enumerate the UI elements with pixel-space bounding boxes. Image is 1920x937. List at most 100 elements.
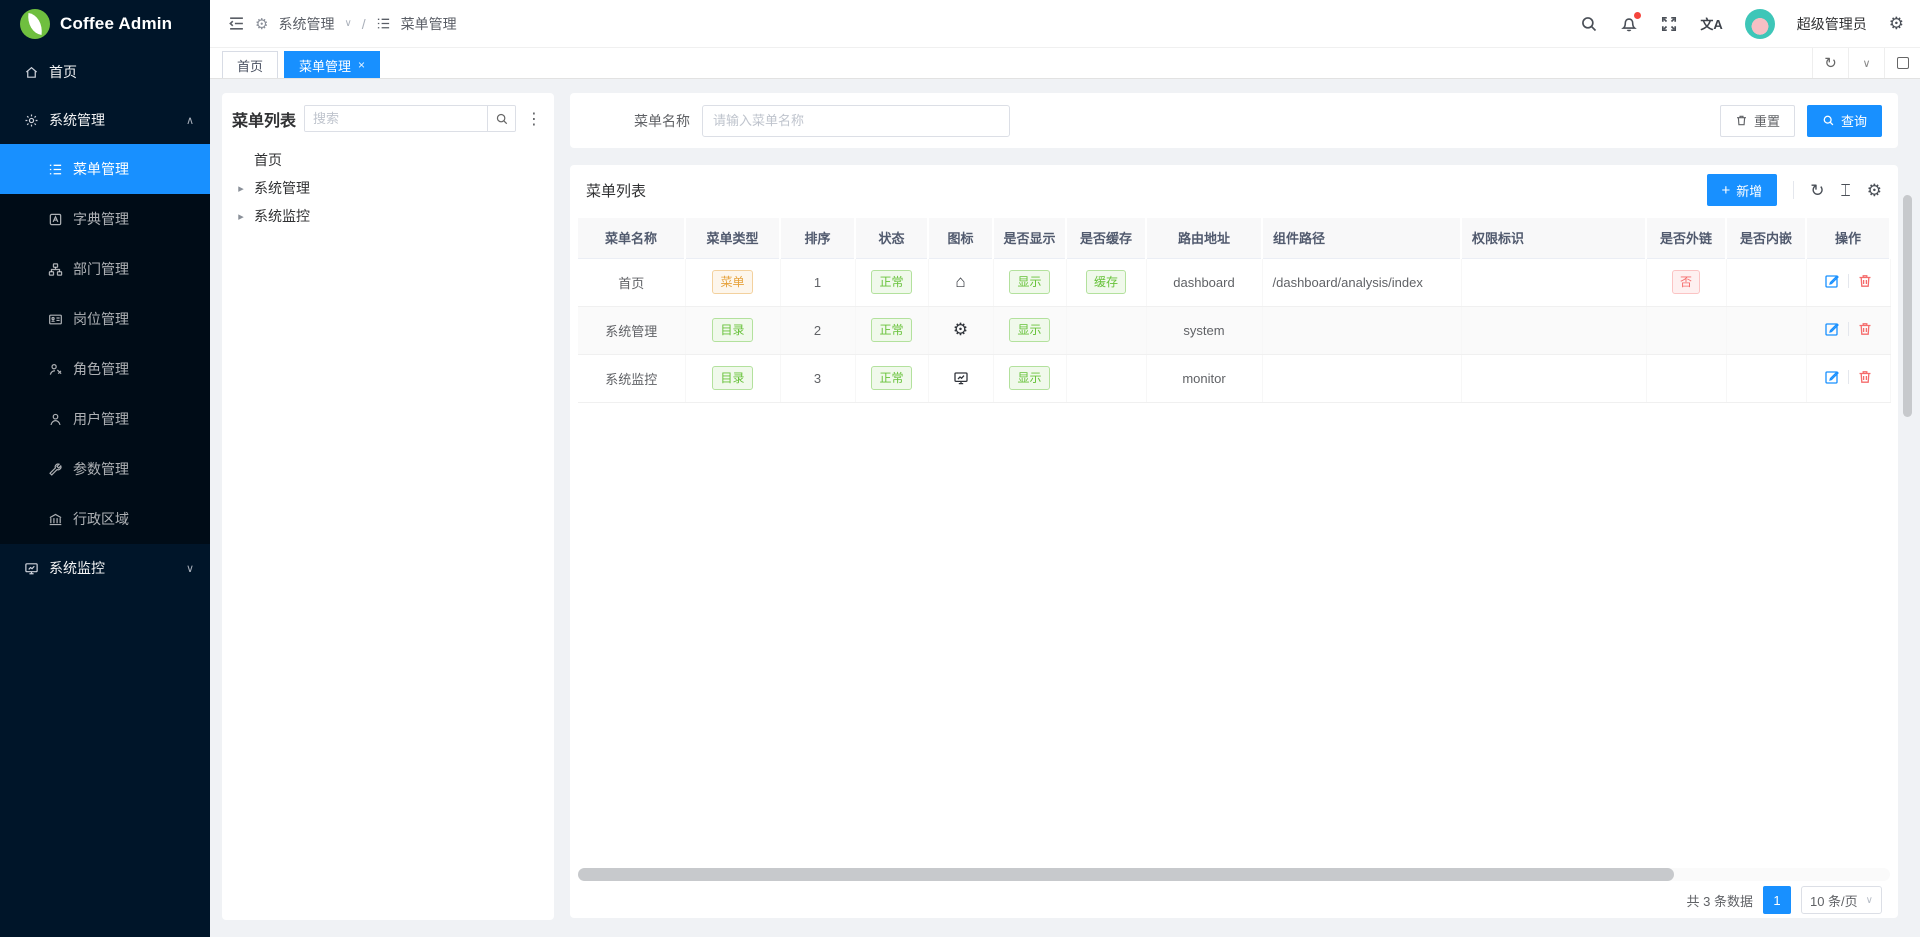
table-row[interactable]: 系统管理 目录 2 正常 ⚙ 显示 system (578, 306, 1890, 354)
delete-icon[interactable] (1857, 369, 1873, 385)
cell-cache (1066, 306, 1146, 354)
tree-search-input[interactable] (305, 106, 487, 131)
col-header: 菜单类型 (685, 218, 780, 258)
refresh-table-icon[interactable]: ↻ (1810, 182, 1824, 199)
sidebar-item-menu-mgmt[interactable]: 菜单管理 (0, 144, 210, 194)
tab-menu-mgmt[interactable]: 菜单管理 × (284, 51, 380, 78)
sidebar-item-user-mgmt[interactable]: 用户管理 (0, 394, 210, 444)
query-button[interactable]: 查询 (1807, 105, 1882, 137)
sidebar-item-label: 参数管理 (73, 459, 129, 479)
fullscreen-icon[interactable] (1660, 15, 1678, 33)
pagination: 共 3 条数据 1 10 条/页 ∨ (570, 886, 1898, 914)
sidebar-item-region-mgmt[interactable]: 行政区域 (0, 494, 210, 544)
caret-icon[interactable]: ▸ (236, 210, 246, 223)
notification-dot (1634, 12, 1641, 19)
sidebar-item-monitor[interactable]: 系统监控 ∨ (0, 544, 210, 592)
sidebar-item-role-mgmt[interactable]: 角色管理 (0, 344, 210, 394)
breadcrumb-parent[interactable]: 系统管理 (278, 14, 334, 34)
vertical-scrollbar-thumb[interactable] (1903, 195, 1912, 417)
tab-options-chevron-icon[interactable]: ∨ (1848, 48, 1884, 78)
gear-icon (24, 113, 39, 128)
sidebar-item-param-mgmt[interactable]: 参数管理 (0, 444, 210, 494)
tree-search-button[interactable] (487, 106, 515, 131)
col-header: 是否外链 (1646, 218, 1726, 258)
avatar[interactable] (1745, 9, 1775, 39)
cell-component (1262, 354, 1461, 402)
tree-panel-title: 菜单列表 (232, 107, 296, 131)
tab-home[interactable]: 首页 (222, 51, 278, 78)
collapse-sidebar-icon[interactable] (228, 15, 245, 32)
cell-route: system (1146, 306, 1262, 354)
tree-more-kebab-icon[interactable]: ⋮ (524, 109, 544, 129)
tree-search (304, 105, 516, 132)
page-size-select[interactable]: 10 条/页 ∨ (1801, 886, 1882, 914)
column-settings-gear-icon[interactable]: ⚙ (1867, 182, 1882, 199)
cell-icon: ⚙ (928, 306, 993, 354)
edit-icon[interactable] (1824, 369, 1840, 385)
sidebar-item-dept-mgmt[interactable]: 部门管理 (0, 244, 210, 294)
settings-gear-icon[interactable]: ⚙ (1889, 14, 1904, 34)
role-key-icon (48, 362, 63, 377)
sidebar: Coffee Admin 首页 系统管理 ∧ 菜单管理 字典管理 部门管理 岗位… (0, 0, 210, 937)
close-icon[interactable]: × (358, 58, 365, 72)
divider (1848, 370, 1849, 384)
type-tag: 目录 (712, 318, 752, 342)
cell-status: 正常 (855, 354, 928, 402)
menu-table: 菜单名称 菜单类型 排序 状态 图标 是否显示 是否缓存 路由地址 组件路径 权… (578, 218, 1891, 403)
cell-status: 正常 (855, 306, 928, 354)
visible-tag: 显示 (1009, 270, 1049, 294)
search-icon (495, 112, 509, 126)
cell-external (1646, 306, 1726, 354)
notification-bell[interactable] (1620, 15, 1638, 33)
refresh-tab-icon[interactable]: ↻ (1812, 48, 1848, 78)
add-button[interactable]: + 新增 (1707, 174, 1778, 206)
divider (1793, 181, 1794, 199)
query-label: 查询 (1841, 111, 1867, 130)
delete-icon[interactable] (1857, 273, 1873, 289)
home-icon: ⌂ (955, 272, 965, 291)
sidebar-item-system[interactable]: 系统管理 ∧ (0, 96, 210, 144)
cell-external (1646, 354, 1726, 402)
tree-node-monitor[interactable]: ▸ 系统监控 (232, 202, 544, 230)
edit-icon[interactable] (1824, 321, 1840, 337)
breadcrumb-gear-icon: ⚙ (255, 15, 268, 33)
horizontal-scrollbar-thumb[interactable] (578, 868, 1674, 881)
edit-icon[interactable] (1824, 273, 1840, 289)
sidebar-item-post-mgmt[interactable]: 岗位管理 (0, 294, 210, 344)
breadcrumb-current: 菜单管理 (401, 14, 457, 34)
user-icon (48, 412, 63, 427)
cell-icon (928, 354, 993, 402)
add-label: 新增 (1736, 181, 1762, 200)
tree-node-label: 首页 (254, 150, 282, 170)
row-density-icon[interactable]: ⌶ (1841, 182, 1851, 199)
cell-visible: 显示 (993, 258, 1066, 306)
tree-node-system[interactable]: ▸ 系统管理 (232, 174, 544, 202)
sidebar-item-label: 用户管理 (73, 409, 129, 429)
sidebar-item-home[interactable]: 首页 (0, 48, 210, 96)
cell-visible: 显示 (993, 354, 1066, 402)
search-icon[interactable] (1580, 15, 1598, 33)
cell-route: monitor (1146, 354, 1262, 402)
menu-name-input[interactable] (702, 105, 1010, 137)
page-number-button[interactable]: 1 (1763, 886, 1791, 914)
cell-menu-type: 目录 (685, 354, 780, 402)
cell-status: 正常 (855, 258, 928, 306)
caret-icon[interactable]: ▸ (236, 182, 246, 195)
user-name[interactable]: 超级管理员 (1797, 14, 1867, 34)
table-card-title: 菜单列表 (586, 180, 646, 201)
table-row[interactable]: 系统监控 目录 3 正常 显示 monitor (578, 354, 1890, 402)
sidebar-item-label: 行政区域 (73, 509, 129, 529)
col-header: 是否显示 (993, 218, 1066, 258)
reset-button[interactable]: 重置 (1720, 105, 1795, 137)
tree-node-home[interactable]: ▸ 首页 (232, 146, 544, 174)
col-header: 图标 (928, 218, 993, 258)
translate-icon[interactable]: 文A (1700, 14, 1722, 33)
sidebar-item-dict-mgmt[interactable]: 字典管理 (0, 194, 210, 244)
content-fullscreen-icon[interactable] (1884, 48, 1920, 78)
status-tag: 正常 (871, 318, 911, 342)
delete-icon[interactable] (1857, 321, 1873, 337)
cell-sort: 1 (780, 258, 855, 306)
table-row[interactable]: 首页 菜单 1 正常 ⌂ 显示 缓存 dashboard /dashboard/… (578, 258, 1890, 306)
sidebar-item-label: 系统监控 (49, 558, 105, 578)
list-icon (48, 162, 63, 177)
